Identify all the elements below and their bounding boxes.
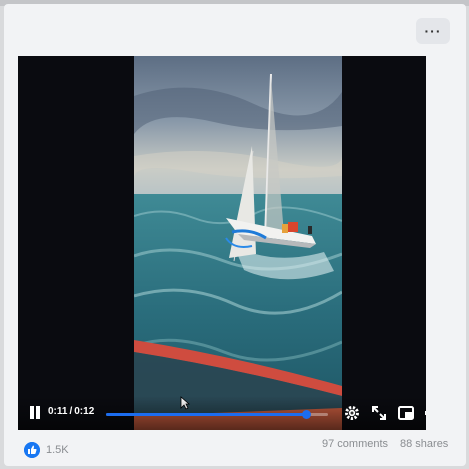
video-scene-sailboat [134, 56, 342, 430]
progress-fill [106, 413, 306, 416]
more-options-button[interactable]: ··· [416, 18, 450, 44]
post-stats-row: 1.5K 97 comments 88 shares [24, 438, 454, 462]
reaction-count[interactable]: 1.5K [46, 444, 69, 456]
fullscreen-icon[interactable] [370, 404, 388, 422]
settings-icon[interactable] [343, 404, 361, 422]
video-frame[interactable] [134, 56, 342, 430]
share-count[interactable]: 88 shares [400, 438, 448, 450]
time-display: 0:11/0:12 [48, 406, 94, 417]
progress-bar[interactable] [106, 410, 328, 419]
video-player[interactable]: 0:11/0:12 [18, 56, 426, 430]
pause-button[interactable] [28, 406, 42, 420]
progress-thumb[interactable] [301, 410, 311, 419]
volume-icon[interactable] [424, 404, 426, 422]
picture-in-picture-icon[interactable] [397, 404, 415, 422]
pause-icon [30, 406, 34, 419]
more-horizontal-icon: ··· [424, 23, 442, 39]
comment-count[interactable]: 97 comments [322, 438, 388, 450]
video-controls: 0:11/0:12 [18, 396, 426, 430]
current-time: 0:11 [48, 406, 68, 417]
duration: 0:12 [74, 406, 95, 417]
like-icon[interactable] [24, 442, 40, 458]
